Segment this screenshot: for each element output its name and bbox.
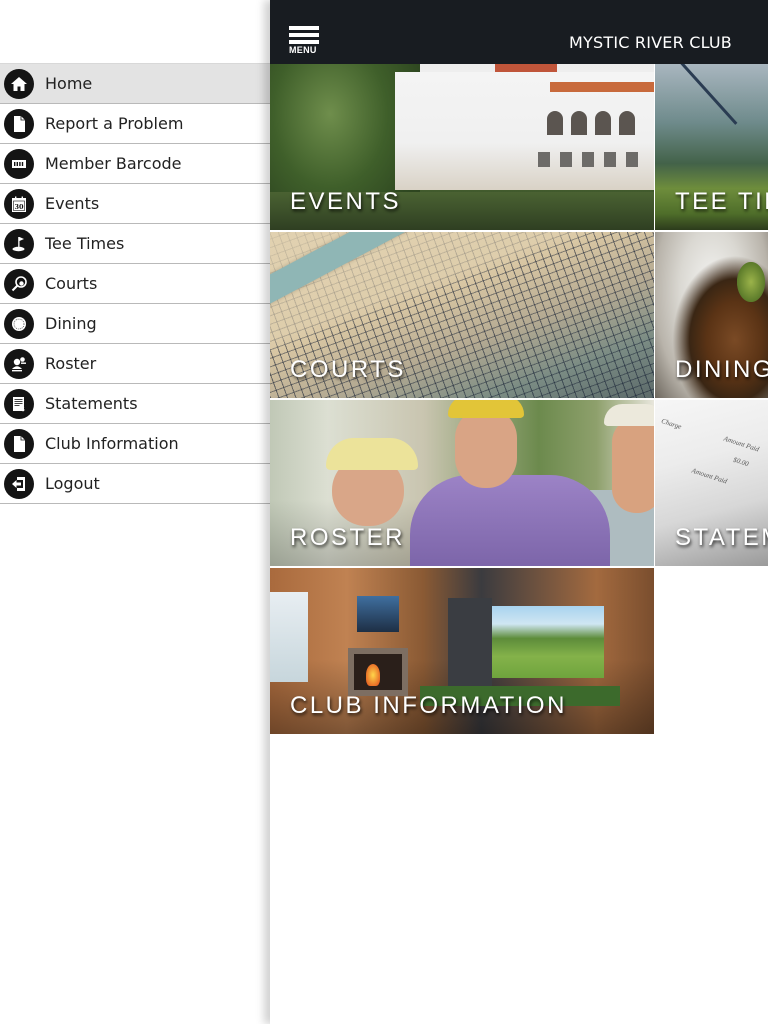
document-icon: [4, 428, 34, 459]
tile-photo-arch: [571, 111, 587, 135]
tile-photo-text: $0.00: [732, 455, 750, 469]
sidebar-item-label: Logout: [45, 474, 100, 493]
menu-button-label: MENU: [289, 45, 317, 55]
tile-photo-window: [270, 592, 308, 682]
sidebar-item-home[interactable]: Home: [0, 64, 270, 104]
tile-photo-person: [612, 418, 654, 513]
sidebar-item-events[interactable]: 30 Events: [0, 184, 270, 224]
tile-photo-text: Charge: [660, 416, 683, 432]
sidebar-item-report-a-problem[interactable]: Report a Problem: [0, 104, 270, 144]
tile-label: COURTS: [290, 356, 406, 383]
hamburger-icon: [289, 26, 319, 30]
tile-photo-window: [560, 152, 572, 167]
tile-photo-curtain: [448, 598, 492, 698]
tile-photo-arch: [547, 111, 563, 135]
tile-photo-tv: [357, 596, 399, 632]
tile-tee-times[interactable]: TEE TIMES: [655, 64, 768, 230]
main-panel: MENU MYSTIC RIVER CLUB EVENTS TEE TIMES: [270, 0, 768, 1024]
app-header: MENU MYSTIC RIVER CLUB: [270, 0, 768, 64]
tile-photo-arch: [595, 111, 611, 135]
tile-label: ROSTER: [290, 524, 406, 551]
sidebar-item-label: Tee Times: [45, 234, 125, 253]
tile-photo-cap: [604, 404, 654, 426]
tile-roster[interactable]: ROSTER: [270, 400, 654, 566]
tile-photo-window: [626, 152, 638, 167]
sidebar-item-logout[interactable]: Logout: [0, 464, 270, 504]
tile-photo-fire: [366, 664, 380, 686]
tile-club-information[interactable]: CLUB INFORMATION: [270, 568, 654, 734]
sidebar-item-label: Events: [45, 194, 100, 213]
sidebar-item-member-barcode[interactable]: Member Barcode: [0, 144, 270, 184]
tile-label: STATEMENTS: [675, 524, 768, 551]
tile-label: EVENTS: [290, 188, 402, 215]
sidebar-item-tee-times[interactable]: Tee Times: [0, 224, 270, 264]
tile-photo-cap: [326, 438, 418, 470]
sidebar-item-label: Statements: [45, 394, 138, 413]
sidebar-item-label: Dining: [45, 314, 97, 333]
tile-photo-roof: [495, 64, 557, 72]
tile-courts[interactable]: COURTS: [270, 232, 654, 398]
sidebar-item-roster[interactable]: Roster: [0, 344, 270, 384]
tennis-racket-icon: [4, 268, 34, 299]
logout-icon: [4, 468, 34, 499]
sidebar-menu: Home Report a Problem Member Barcode 30 …: [0, 0, 270, 1024]
golf-flag-icon: [4, 228, 34, 259]
sidebar-item-label: Member Barcode: [45, 154, 182, 173]
svg-text:30: 30: [14, 203, 24, 211]
tile-statements[interactable]: Charge Amount Paid $0.00 Amount Paid STA…: [655, 400, 768, 566]
menu-list: Home Report a Problem Member Barcode 30 …: [0, 64, 270, 504]
hamburger-icon: [289, 33, 319, 37]
tile-label: TEE TIMES: [675, 188, 768, 215]
tile-photo-golf-club: [675, 64, 738, 125]
people-icon: [4, 348, 34, 379]
statement-icon: $: [4, 388, 34, 419]
barcode-icon: [4, 148, 34, 179]
tile-photo-garnish: [737, 262, 765, 302]
plate-icon: [4, 308, 34, 339]
tile-photo-window: [538, 152, 550, 167]
club-title: MYSTIC RIVER CLUB: [569, 33, 732, 52]
tile-photo-cap: [448, 400, 524, 418]
tile-photo-person: [410, 475, 610, 566]
tile-dining[interactable]: DINING: [655, 232, 768, 398]
tile-label: CLUB INFORMATION: [290, 692, 567, 719]
svg-text:$: $: [21, 406, 25, 413]
tile-photo-roof: [550, 82, 654, 92]
tile-photo-arch: [619, 111, 635, 135]
sidebar-item-label: Courts: [45, 274, 98, 293]
tile-events[interactable]: EVENTS: [270, 64, 654, 230]
tile-photo-text: Amount Paid: [690, 466, 729, 486]
sidebar-item-statements[interactable]: $ Statements: [0, 384, 270, 424]
document-icon: [4, 108, 34, 139]
hamburger-icon: [289, 40, 319, 44]
sidebar-item-courts[interactable]: Courts: [0, 264, 270, 304]
tile-photo-text: Amount Paid: [722, 434, 761, 454]
sidebar-item-label: Home: [45, 74, 93, 93]
sidebar-item-dining[interactable]: Dining: [0, 304, 270, 344]
sidebar-header: [0, 0, 270, 64]
menu-button[interactable]: MENU: [289, 26, 321, 58]
sidebar-item-label: Club Information: [45, 434, 179, 453]
sidebar-item-label: Report a Problem: [45, 114, 184, 133]
tile-photo-window: [604, 152, 616, 167]
tile-photo-window: [582, 152, 594, 167]
home-icon: [4, 68, 34, 99]
tile-label: DINING: [675, 356, 768, 383]
tile-photo-person: [455, 408, 517, 488]
calendar-icon: 30: [4, 188, 34, 219]
sidebar-item-label: Roster: [45, 354, 97, 373]
tile-photo-golf-simulator: [492, 606, 604, 678]
sidebar-item-club-information[interactable]: Club Information: [0, 424, 270, 464]
